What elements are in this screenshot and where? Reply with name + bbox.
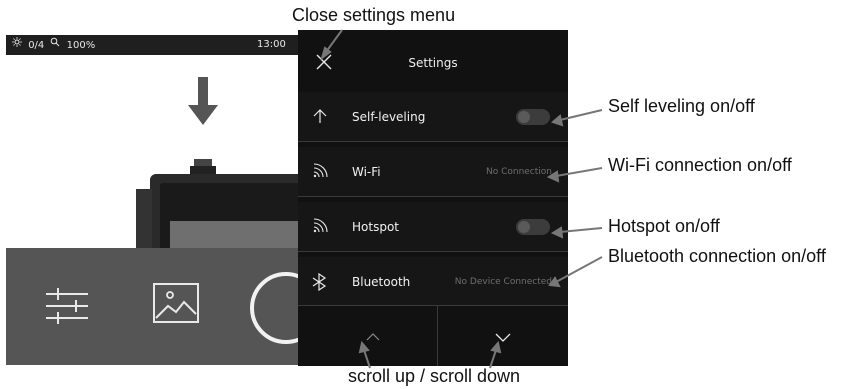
- brightness-value: 0/4: [28, 40, 45, 51]
- setting-label: Bluetooth: [352, 275, 411, 289]
- clock: 13:00: [257, 39, 286, 50]
- chevron-up-icon[interactable]: [358, 322, 388, 352]
- annotation-hotspot: Hotspot on/off: [608, 216, 720, 236]
- annotation-self-leveling: Self leveling on/off: [608, 96, 755, 116]
- wifi-status: No Connection: [485, 167, 552, 177]
- hotspot-toggle[interactable]: [516, 219, 550, 235]
- down-arrow-icon: [188, 77, 218, 125]
- gallery-icon[interactable]: [152, 282, 200, 329]
- divider: [437, 306, 438, 366]
- bluetooth-status: No Device Connected: [454, 277, 552, 287]
- settings-header: Settings: [298, 30, 568, 92]
- camera-device-image: [136, 159, 298, 259]
- annotation-wifi: Wi-Fi connection on/off: [608, 155, 792, 175]
- sliders-icon[interactable]: [44, 286, 90, 331]
- setting-label: Hotspot: [352, 220, 399, 234]
- annotation-bluetooth: Bluetooth connection on/off: [608, 246, 826, 266]
- annotation-scroll: scroll up / scroll down: [348, 366, 521, 386]
- chevron-down-icon[interactable]: [488, 322, 518, 352]
- zoom-icon: [50, 35, 60, 55]
- settings-row-hotspot[interactable]: Hotspot: [298, 202, 568, 252]
- setting-label: Self-leveling: [352, 110, 426, 124]
- annotation-close: Close settings menu: [292, 5, 456, 25]
- brightness-icon: [12, 35, 22, 55]
- settings-title: Settings: [408, 56, 458, 70]
- settings-row-bluetooth[interactable]: Bluetooth No Device Connected: [298, 257, 568, 307]
- wifi-icon: [312, 163, 328, 184]
- arrow-up-icon: [312, 108, 328, 129]
- status-bar: 0/4 100% 13:00: [6, 35, 298, 55]
- hotspot-icon: [312, 218, 328, 239]
- camera-control-bar: [6, 248, 298, 365]
- bluetooth-icon: [312, 272, 328, 296]
- settings-panel: Settings Self-leveling Wi-Fi No Connecti…: [298, 30, 568, 366]
- scroll-controls: [298, 305, 568, 366]
- shutter-button[interactable]: [246, 268, 298, 353]
- zoom-value: 100%: [66, 40, 96, 51]
- self-leveling-toggle[interactable]: [516, 109, 550, 125]
- camera-preview[interactable]: [6, 55, 298, 259]
- settings-row-self-leveling[interactable]: Self-leveling: [298, 92, 568, 142]
- settings-row-wifi[interactable]: Wi-Fi No Connection: [298, 147, 568, 197]
- camera-screen: 0/4 100% 13:00: [6, 35, 298, 365]
- setting-label: Wi-Fi: [352, 165, 381, 179]
